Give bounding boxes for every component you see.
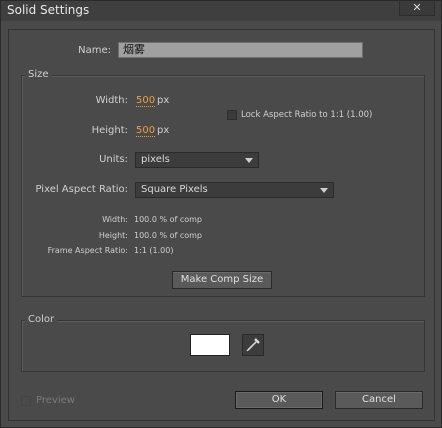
par-value: Square Pixels — [141, 184, 208, 195]
par-label: Pixel Aspect Ratio: — [35, 184, 129, 195]
units-label: Units: — [99, 154, 128, 165]
color-group-label: Color — [25, 314, 58, 325]
size-group-label: Size — [25, 69, 52, 80]
lock-aspect-checkbox[interactable] — [227, 110, 237, 120]
info-frame-aspect-value: 1:1 (1.00) — [134, 246, 174, 255]
width-label: Width: — [95, 95, 128, 106]
preview-checkbox[interactable] — [21, 396, 31, 406]
close-icon: ✕ — [412, 1, 422, 14]
chevron-down-icon — [320, 188, 328, 193]
make-comp-size-button[interactable]: Make Comp Size — [172, 271, 272, 289]
eyedropper-icon — [246, 338, 260, 352]
preview-label: Preview — [36, 395, 75, 406]
height-label: Height: — [91, 125, 128, 136]
info-frame-aspect-label: Frame Aspect Ratio: — [47, 246, 128, 255]
window-title: Solid Settings — [7, 3, 90, 17]
close-button[interactable]: ✕ — [399, 1, 435, 16]
info-height-value: 100.0 % of comp — [134, 231, 203, 240]
height-unit: px — [157, 125, 170, 136]
color-swatch[interactable] — [190, 334, 230, 356]
height-value[interactable]: 500 — [136, 125, 156, 137]
width-unit: px — [157, 95, 170, 106]
info-height-label: Height: — [98, 231, 128, 240]
cancel-button[interactable]: Cancel — [335, 391, 423, 409]
par-dropdown[interactable]: Square Pixels — [135, 182, 334, 198]
units-value: pixels — [141, 154, 170, 165]
chevron-down-icon — [245, 158, 253, 163]
info-width-label: Width: — [102, 215, 128, 224]
ok-button[interactable]: OK — [235, 391, 323, 409]
title-bar: Solid Settings ✕ — [1, 1, 441, 21]
info-width-value: 100.0 % of comp — [134, 215, 203, 224]
lock-aspect-label: Lock Aspect Ratio to 1:1 (1.00) — [241, 110, 373, 120]
name-input[interactable]: 烟雾 — [118, 42, 363, 58]
units-dropdown[interactable]: pixels — [135, 152, 259, 168]
solid-settings-dialog: Solid Settings ✕ Name: 烟雾 Size Width: 50… — [0, 0, 442, 428]
name-label: Name: — [78, 45, 111, 56]
eyedropper-button[interactable] — [242, 334, 264, 356]
width-value[interactable]: 500 — [136, 95, 156, 107]
